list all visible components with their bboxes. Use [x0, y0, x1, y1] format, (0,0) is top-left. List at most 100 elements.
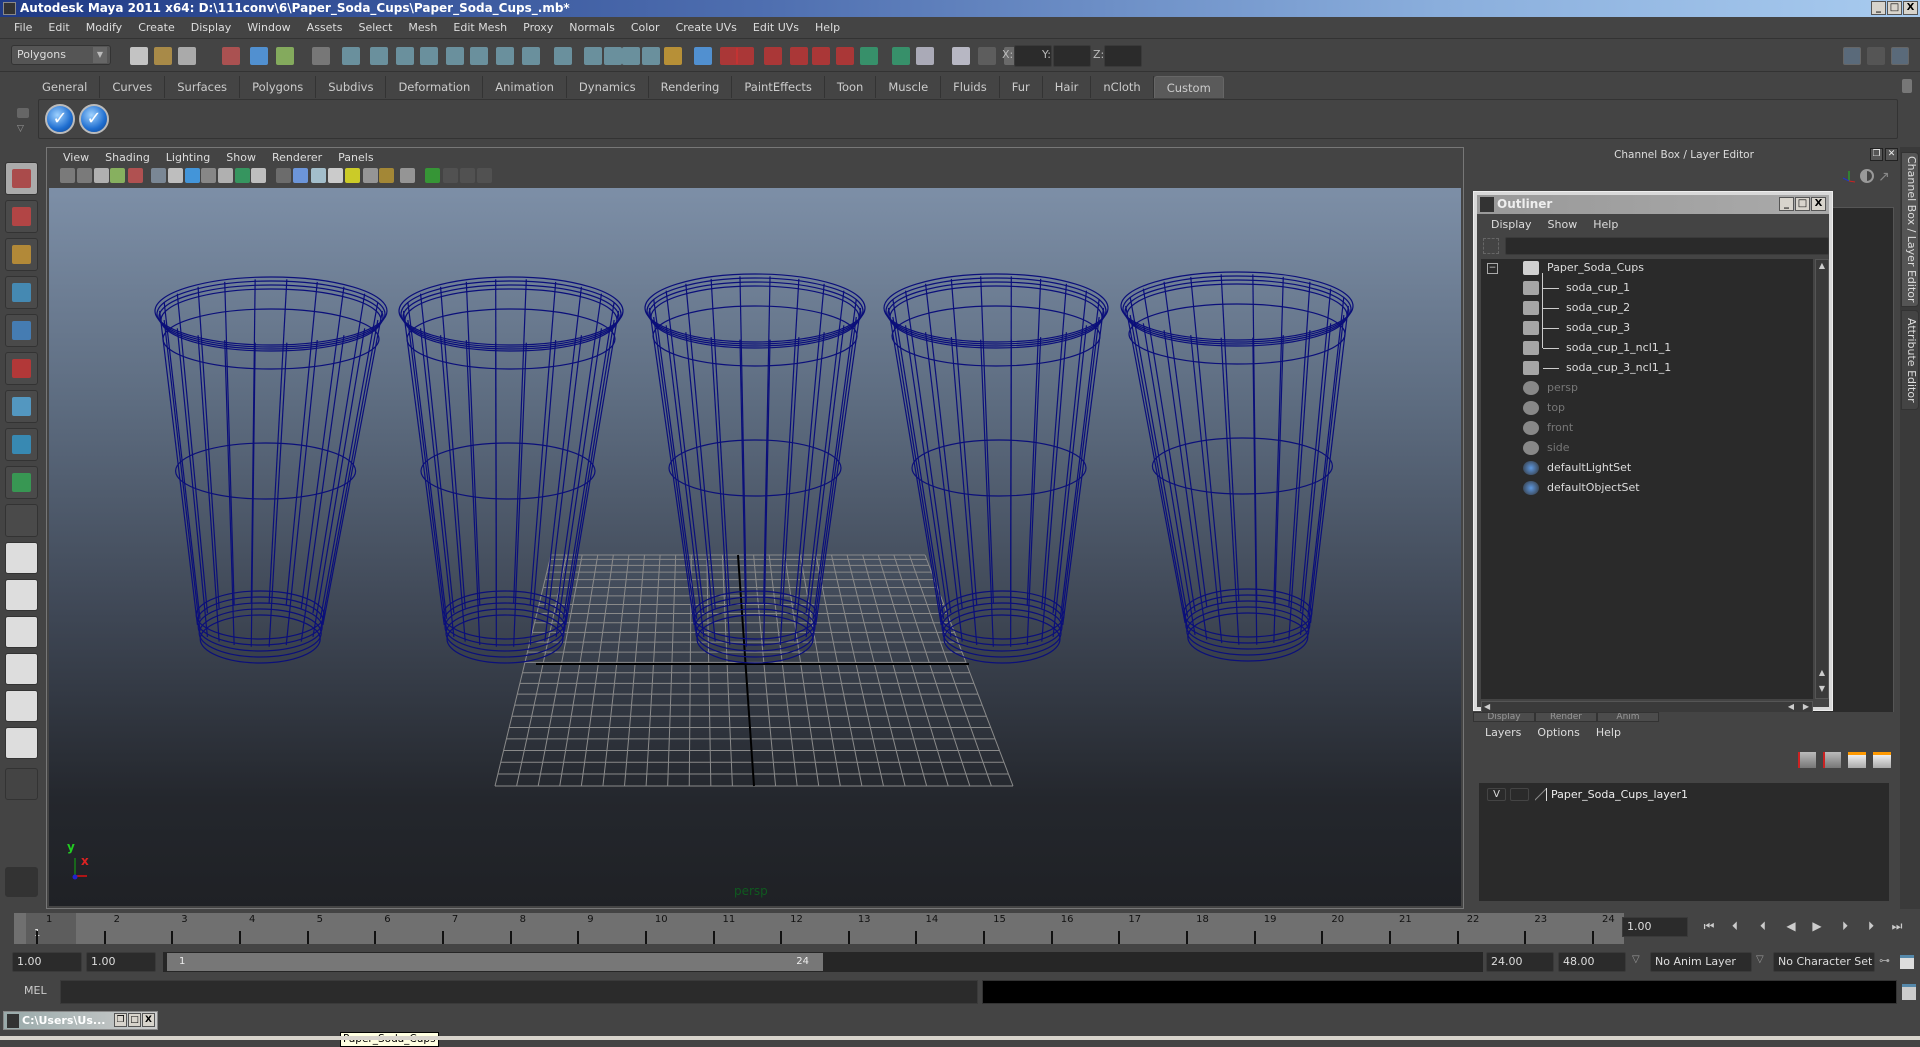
layer-tab-anim[interactable]: Anim [1597, 712, 1659, 722]
outliner-menu-show[interactable]: Show [1540, 218, 1586, 231]
soft-modification-tool-button[interactable] [5, 428, 38, 461]
menu-normals[interactable]: Normals [561, 21, 623, 34]
animation-end-field[interactable]: 48.00 [1558, 952, 1626, 972]
outliner-item[interactable]: defaultObjectSet [1481, 479, 1811, 497]
axis-manipulator-icon[interactable] [1842, 169, 1856, 183]
safe-action-icon[interactable] [235, 168, 250, 183]
menu-help[interactable]: Help [807, 21, 848, 34]
outliner-item[interactable]: top [1481, 399, 1811, 417]
script-editor-icon[interactable] [1902, 984, 1916, 1000]
outliner-menu-display[interactable]: Display [1483, 218, 1540, 231]
step-back-frame-icon[interactable]: ⏴ [1726, 919, 1744, 935]
viewport-menu-show[interactable]: Show [218, 151, 264, 164]
current-frame-field[interactable]: 1.00 [1622, 917, 1688, 937]
range-slider-handle[interactable]: 1 24 [167, 953, 823, 971]
magnet-snap-4-icon[interactable] [836, 47, 854, 65]
shelf-tab-surfaces[interactable]: Surfaces [165, 76, 241, 98]
outliner-item[interactable]: soda_cup_3 [1481, 319, 1811, 337]
snap-to-live-icon[interactable] [446, 47, 464, 65]
scale-tool-button[interactable] [5, 352, 38, 385]
shadows-icon[interactable] [400, 168, 415, 183]
playback-start-field[interactable]: 1.00 [86, 952, 156, 972]
select-dynamics-icon[interactable] [604, 47, 622, 65]
menu-create[interactable]: Create [130, 21, 183, 34]
snap-to-points-icon[interactable] [396, 47, 414, 65]
show-hide-attribute-editor-icon[interactable] [1843, 47, 1861, 65]
single-perspective-layout-icon[interactable] [5, 542, 38, 574]
camera-attributes-icon[interactable] [77, 168, 92, 183]
menu-mesh[interactable]: Mesh [400, 21, 445, 34]
magnet-snap-2-icon[interactable] [790, 47, 808, 65]
track-camera-icon[interactable] [128, 168, 143, 183]
shelf-tab-dynamics[interactable]: Dynamics [566, 76, 649, 98]
textured-icon[interactable] [345, 168, 360, 183]
wireframe-on-shaded-icon[interactable] [311, 168, 326, 183]
scroll-down-icon[interactable]: ▼ [1817, 684, 1827, 696]
layer-color-swatch[interactable] [1535, 788, 1547, 801]
scroll-left-icon[interactable]: ◀ [1788, 702, 1794, 711]
outliner-filter-input[interactable] [1505, 237, 1829, 255]
arrow-icon[interactable]: ↗ [1878, 169, 1890, 185]
soda-cup-wireframe[interactable] [1120, 271, 1354, 662]
viewport-menu-lighting[interactable]: Lighting [158, 151, 218, 164]
create-layer-from-selected-icon[interactable] [1873, 752, 1891, 768]
outliner-persp-layout-icon[interactable] [5, 616, 38, 648]
render-current-frame-icon[interactable] [978, 47, 996, 65]
layer-tab-render[interactable]: Render [1535, 712, 1597, 722]
lasso-tool-button[interactable] [5, 200, 38, 233]
rotate-tool-button[interactable] [5, 314, 38, 347]
layer-menu-layers[interactable]: Layers [1477, 726, 1529, 739]
close-button[interactable]: X [1903, 1, 1918, 15]
command-language-label[interactable]: MEL [24, 984, 47, 997]
outliner-item[interactable]: persp [1481, 379, 1811, 397]
filter-toggle-icon[interactable] [1483, 238, 1499, 254]
trash-icon[interactable] [1902, 79, 1912, 93]
scene-canvas[interactable] [49, 188, 1461, 906]
render-view-icon[interactable] [952, 47, 970, 65]
layer-visibility-toggle[interactable]: V [1487, 788, 1506, 801]
layer-type-toggle[interactable] [1510, 788, 1529, 801]
go-to-end-icon[interactable]: ⏭ [1888, 919, 1906, 935]
shelf-tab-hair[interactable]: Hair [1042, 76, 1092, 98]
input-ops-icon[interactable] [860, 47, 878, 65]
viewport-menu-shading[interactable]: Shading [97, 151, 158, 164]
save-scene-icon[interactable] [178, 47, 196, 65]
scroll-up-icon[interactable]: ▲ [1817, 261, 1827, 273]
shelf-tab-animation[interactable]: Animation [483, 76, 567, 98]
character-set-dropdown[interactable]: No Character Set [1773, 952, 1875, 972]
shelf-tab-toon[interactable]: Toon [824, 76, 877, 98]
viewport-menu-view[interactable]: View [55, 151, 97, 164]
persp-graph-layout-icon[interactable] [5, 653, 38, 685]
select-misc-icon[interactable] [642, 47, 660, 65]
magnet-snap-1-icon[interactable] [764, 47, 782, 65]
outliner-menu-help[interactable]: Help [1585, 218, 1626, 231]
play-forwards-icon[interactable]: ▶ [1808, 919, 1826, 935]
shelf-tab-toggle[interactable] [17, 108, 29, 118]
new-scene-icon[interactable] [130, 47, 148, 65]
select-by-object-type-icon[interactable] [250, 47, 268, 65]
create-empty-layer-icon[interactable] [1848, 752, 1866, 768]
chevron-down-icon[interactable]: ▽ [1632, 954, 1640, 965]
outliner-maximize-button[interactable]: □ [1795, 197, 1810, 211]
select-tool-button[interactable] [5, 162, 38, 195]
minimized-window[interactable]: C:\Users\Us... ❐ □ X [3, 1011, 158, 1030]
menu-modify[interactable]: Modify [78, 21, 130, 34]
shelf-tab-painteffects[interactable]: PaintEffects [732, 76, 825, 98]
scroll-up-icon[interactable]: ▲ [1817, 668, 1827, 680]
outliner-item[interactable]: defaultLightSet [1481, 459, 1811, 477]
outliner-item[interactable]: side [1481, 439, 1811, 457]
shelf-tab-custom[interactable]: Custom [1153, 76, 1224, 98]
menu-edit-mesh[interactable]: Edit Mesh [445, 21, 515, 34]
go-to-start-icon[interactable]: ⏮ [1700, 919, 1718, 935]
shelf-tab-deformation[interactable]: Deformation [386, 76, 484, 98]
y-input[interactable] [1053, 45, 1091, 67]
use-all-lights-icon[interactable] [363, 168, 378, 183]
select-camera-icon[interactable] [60, 168, 75, 183]
show-hide-tool-settings-icon[interactable] [1867, 47, 1885, 65]
move-layer-up-icon[interactable] [1798, 752, 1816, 768]
maximize-button[interactable]: □ [128, 1013, 141, 1027]
menu-proxy[interactable]: Proxy [515, 21, 561, 34]
isolate-select-icon[interactable] [425, 168, 440, 183]
outliner-item[interactable]: front [1481, 419, 1811, 437]
select-deformations-icon[interactable] [584, 47, 602, 65]
